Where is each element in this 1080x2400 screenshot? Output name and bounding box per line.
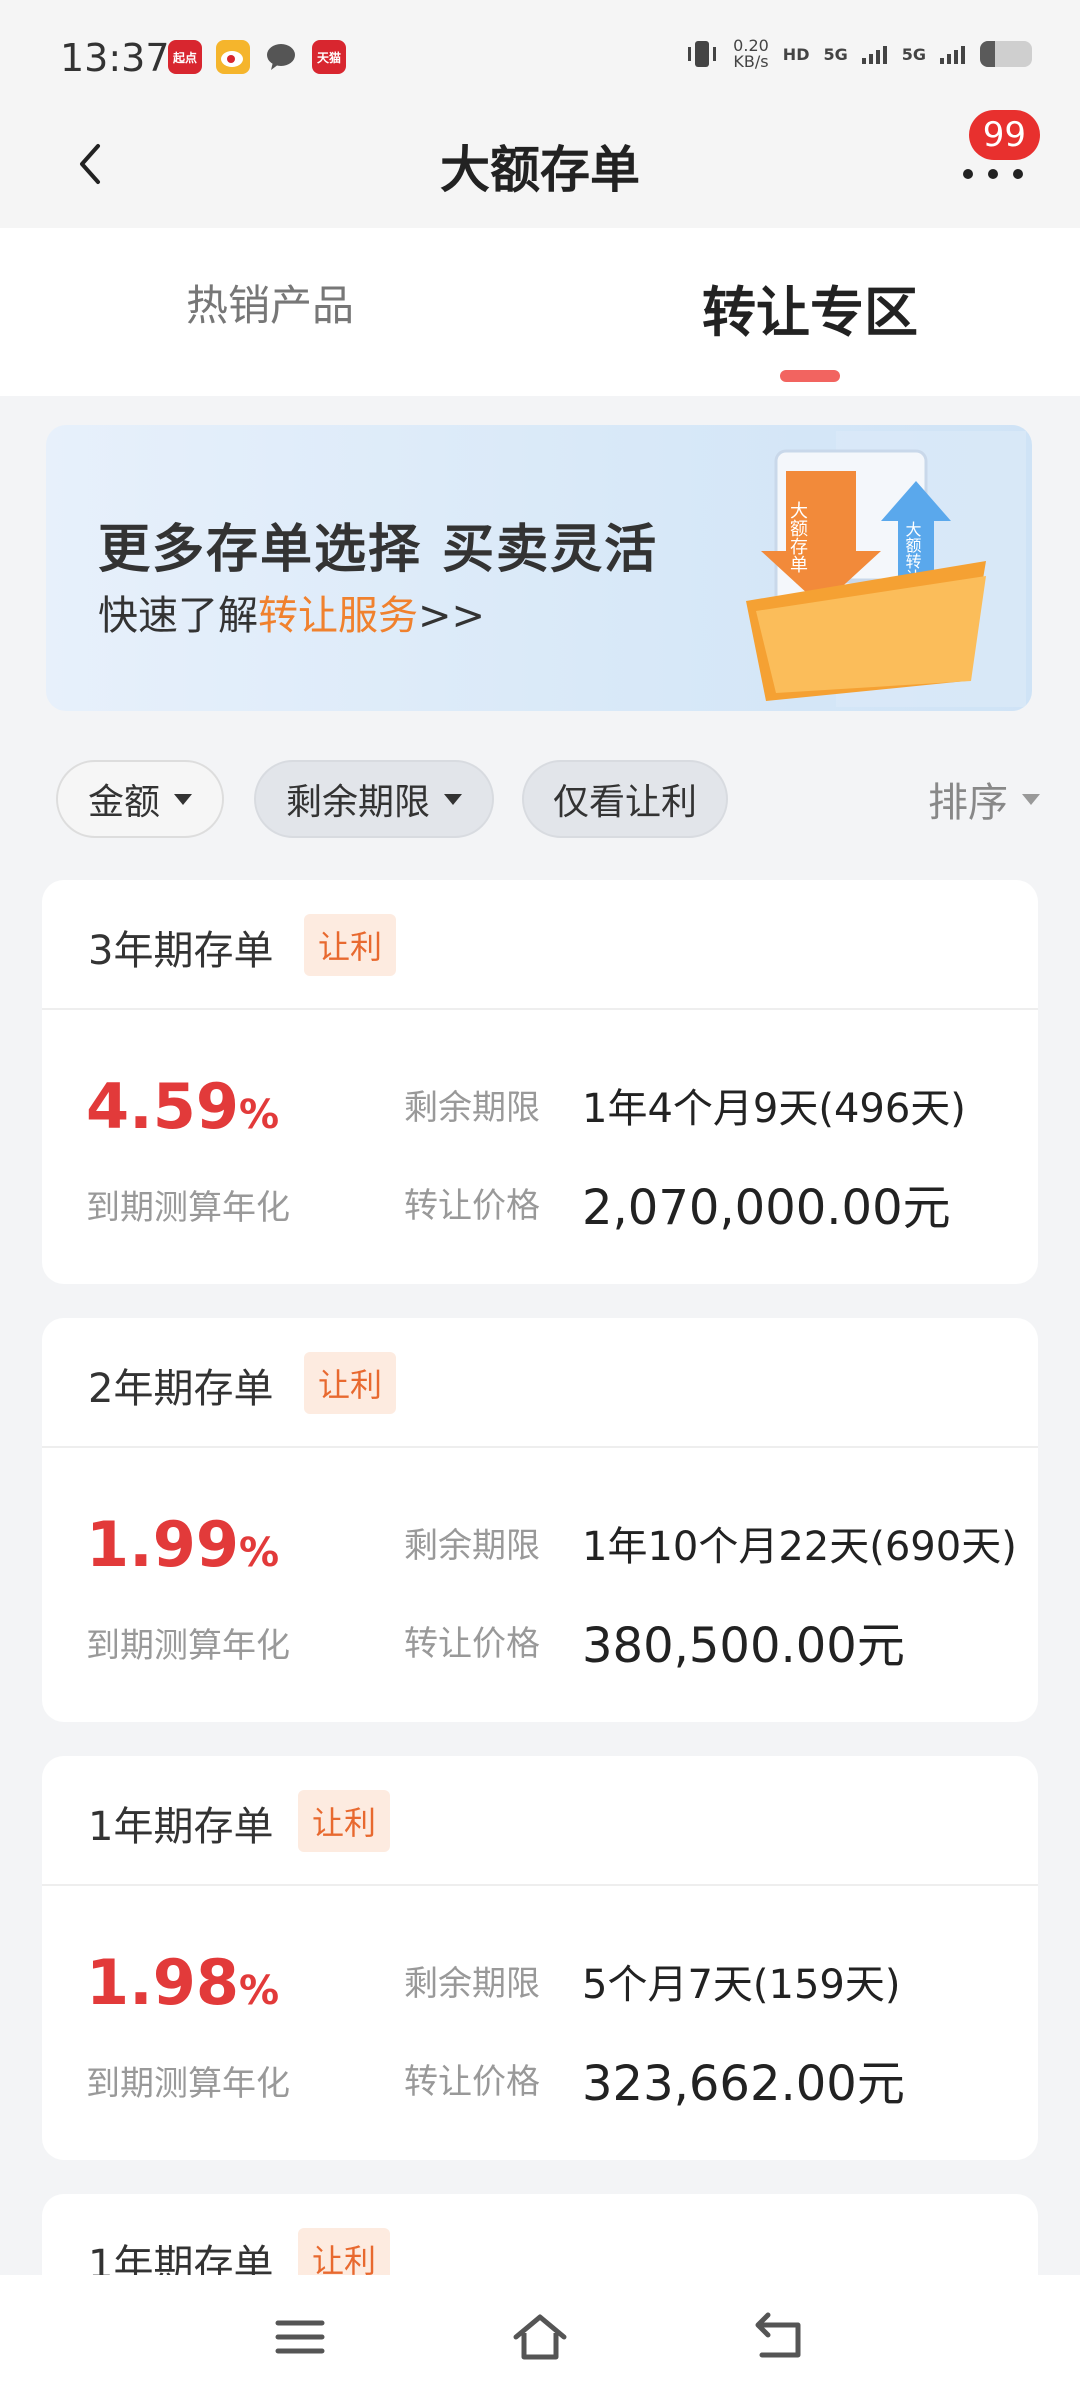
tab-hot-products[interactable]: 热销产品: [186, 272, 354, 333]
card-title: 3年期存单: [88, 928, 274, 974]
status-app-icons: 起点 天猫: [168, 40, 346, 74]
rate-label: 到期测算年化: [86, 2064, 290, 2104]
banner-subtitle: 快速了解转让服务>>: [98, 583, 485, 641]
banner-subtitle-suffix: >>: [418, 593, 486, 639]
rate-number: 1.98: [86, 1946, 239, 2019]
tab-indicator: [780, 370, 840, 382]
net-speed-unit: KB/s: [733, 52, 769, 71]
discount-tag: 让利: [304, 1352, 397, 1414]
price-label: 转让价格: [404, 2062, 540, 2102]
rate-unit: %: [238, 1092, 280, 1138]
net-speed: 0.20 KB/s: [733, 38, 769, 70]
rate-unit: %: [238, 1968, 280, 2014]
rate-label: 到期测算年化: [86, 1626, 290, 1666]
term-filter-label: 剩余期限: [285, 782, 430, 823]
caret-down-icon: [444, 793, 462, 805]
term-label: 剩余期限: [404, 1088, 540, 1128]
card-header: 1年期存单 让利: [42, 1756, 1038, 1886]
deposit-card[interactable]: 2年期存单 让利 1.99% 到期测算年化 剩余期限 1年10个月22天(690…: [42, 1318, 1038, 1722]
term-value: 5个月7天(159天): [582, 1962, 901, 2008]
tab-transfer-zone[interactable]: 转让专区: [702, 268, 918, 347]
system-nav-bar: [0, 2275, 1080, 2400]
discount-tag: 让利: [304, 914, 397, 976]
vibrate-icon: [688, 41, 717, 67]
filter-bar: 金额 剩余期限 仅看让利 排序: [0, 745, 1080, 845]
return-icon[interactable]: [750, 2307, 810, 2367]
banner-subtitle-prefix: 快速了解: [98, 593, 258, 639]
amount-filter-label: 金额: [87, 782, 160, 823]
caret-down-icon: [1022, 793, 1040, 805]
qidian-app-icon: 起点: [168, 40, 202, 74]
price-value: 323,662.00元: [582, 2056, 905, 2112]
weibo-app-icon: [216, 40, 250, 74]
status-bar: 13:37 起点 天猫 0.20 KB/s HD 5G 5G: [0, 0, 1080, 110]
card-header: 3年期存单 让利: [42, 880, 1038, 1010]
price-value: 380,500.00元: [582, 1618, 905, 1674]
signal-bars-icon: [861, 46, 887, 64]
rate-value: 4.59%: [86, 1070, 279, 1143]
price-label: 转让价格: [404, 1624, 540, 1664]
deposit-card[interactable]: 1年期存单 让利 1.98% 到期测算年化 剩余期限 5个月7天(159天) 转…: [42, 1756, 1038, 2160]
discount-tag: 让利: [298, 1790, 391, 1852]
amount-filter[interactable]: 金额: [56, 760, 224, 838]
card-header: 2年期存单 让利: [42, 1318, 1038, 1448]
rate-value: 1.98%: [86, 1946, 279, 2019]
discount-only-label: 仅看让利: [552, 782, 697, 823]
rate-value: 1.99%: [86, 1508, 279, 1581]
message-app-icon: [264, 40, 298, 74]
rate-number: 4.59: [86, 1070, 239, 1143]
price-label: 转让价格: [404, 1186, 540, 1226]
sort-label: 排序: [928, 780, 1008, 826]
signal-5g-2: 5G: [901, 44, 926, 64]
discount-only-filter[interactable]: 仅看让利: [522, 760, 728, 838]
notification-badge: 99: [968, 110, 1040, 160]
home-icon[interactable]: [510, 2307, 570, 2367]
rate-number: 1.99: [86, 1508, 239, 1581]
rate-unit: %: [238, 1530, 280, 1576]
deposit-card[interactable]: 3年期存单 让利 4.59% 到期测算年化 剩余期限 1年4个月9天(496天)…: [42, 880, 1038, 1284]
promo-banner[interactable]: 更多存单选择 买卖灵活 快速了解转让服务>> 大额存单 大额转让: [46, 425, 1032, 711]
tmall-app-icon: 天猫: [312, 40, 346, 74]
menu-icon[interactable]: [270, 2307, 330, 2367]
term-value: 1年10个月22天(690天): [582, 1524, 1017, 1570]
term-filter[interactable]: 剩余期限: [254, 760, 494, 838]
signal-5g-1: 5G: [823, 44, 848, 64]
status-time: 13:37: [60, 36, 170, 80]
card-title: 2年期存单: [88, 1366, 274, 1412]
hd-indicator: HD: [782, 44, 810, 64]
banner-title: 更多存单选择 买卖灵活: [98, 520, 659, 580]
banner-transfer-link[interactable]: 转让服务: [258, 593, 418, 639]
illustration-text-1: 大额存单: [788, 501, 808, 573]
status-indicators: 0.20 KB/s HD 5G 5G: [685, 38, 1032, 70]
battery-icon: [980, 41, 1032, 67]
deposit-folder-illustration: 大额存单 大额转让: [746, 431, 1026, 707]
price-value: 2,070,000.00元: [582, 1180, 951, 1236]
term-label: 剩余期限: [404, 1526, 540, 1566]
term-value: 1年4个月9天(496天): [582, 1086, 966, 1132]
card-title: 1年期存单: [88, 1804, 274, 1850]
page-title: 大额存单: [440, 141, 640, 199]
sort-button[interactable]: 排序: [928, 770, 1040, 828]
signal-bars-icon: [940, 46, 965, 64]
battery-level: [980, 41, 995, 67]
caret-down-icon: [174, 793, 192, 805]
rate-label: 到期测算年化: [86, 1188, 290, 1228]
term-label: 剩余期限: [404, 1964, 540, 2004]
header: 大额存单 99: [0, 110, 1080, 228]
tab-bar: 热销产品 转让专区: [0, 228, 1080, 396]
